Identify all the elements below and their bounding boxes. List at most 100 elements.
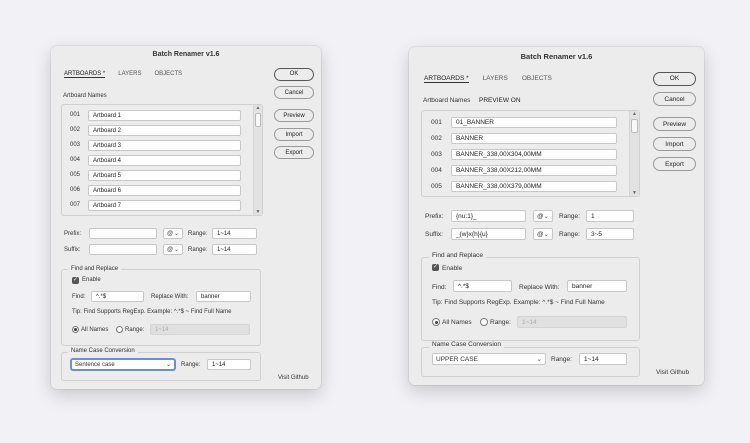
cancel-button[interactable]: Cancel — [274, 86, 314, 99]
list-item: 003 BANNER_338,00X304,00MM — [422, 149, 639, 160]
range-radio[interactable] — [116, 326, 123, 333]
artboard-name-input[interactable]: 01_BANNER — [451, 117, 617, 128]
preview-button[interactable]: Preview — [274, 109, 314, 122]
artboard-list: 001 01_BANNER 002 BANNER 003 BANNER_338,… — [421, 110, 640, 197]
scroll-thumb[interactable] — [255, 113, 261, 127]
case-dropdown[interactable]: UPPER CASE ⌄ — [432, 353, 546, 365]
list-item: 002 Artboard 2 — [62, 125, 262, 136]
dialog-title: Batch Renamer v1.6 — [152, 51, 220, 58]
export-button[interactable]: Export — [653, 157, 696, 171]
list-item: 002 BANNER — [422, 133, 639, 144]
artboard-name-input[interactable]: BANNER_338,00X212,00MM — [451, 165, 617, 176]
artboard-name-input[interactable]: BANNER_338,00X304,00MM — [451, 149, 617, 160]
find-input[interactable]: ^.*$ — [453, 280, 512, 292]
list-item: 005 Artboard 5 — [62, 170, 262, 181]
ok-button[interactable]: OK — [274, 68, 314, 81]
prefix-token-dropdown[interactable]: @ ⌄ — [533, 210, 553, 222]
row-number: 006 — [70, 187, 81, 193]
artboard-name-input[interactable]: Artboard 5 — [88, 170, 241, 181]
case-dropdown[interactable]: Sentence case ⌄ — [71, 359, 175, 370]
tab-objects[interactable]: OBJECTS — [154, 71, 182, 78]
suffix-range-input[interactable]: 3~5 — [586, 228, 634, 240]
list-item: 001 Artboard 1 — [62, 110, 262, 121]
case-conversion-legend: Name Case Conversion — [68, 348, 138, 354]
row-number: 001 — [431, 119, 442, 126]
prefix-range-input[interactable]: 1 — [586, 210, 634, 222]
list-item: 004 Artboard 4 — [62, 155, 262, 166]
replace-input[interactable]: banner — [567, 280, 627, 292]
import-button[interactable]: Import — [274, 128, 314, 141]
prefix-label: Prefix: — [425, 213, 444, 220]
suffix-range-label: Range: — [188, 247, 208, 253]
chevron-down-icon: ⌄ — [543, 231, 549, 238]
prefix-token-dropdown[interactable]: @ ⌄ — [163, 228, 183, 239]
suffix-label: Suffix: — [64, 247, 81, 253]
case-range-input[interactable]: 1~14 — [579, 353, 627, 365]
scroll-up-icon[interactable]: ▲ — [254, 105, 262, 111]
enable-checkbox[interactable]: ✓ — [432, 264, 439, 271]
range-radio[interactable] — [480, 318, 488, 326]
suffix-token-dropdown[interactable]: @ ⌄ — [163, 244, 183, 255]
case-range-label: Range: — [181, 362, 201, 368]
tab-layers[interactable]: LAYERS — [118, 71, 141, 78]
scroll-down-icon[interactable]: ▼ — [630, 190, 639, 196]
case-selected-value: Sentence case — [75, 362, 115, 368]
suffix-range-label: Range: — [559, 231, 580, 238]
row-number: 004 — [70, 157, 81, 163]
scroll-up-icon[interactable]: ▲ — [630, 111, 639, 117]
suffix-range-input[interactable]: 1~14 — [212, 244, 257, 255]
prefix-range-input[interactable]: 1~14 — [212, 228, 257, 239]
case-conversion-legend: Name Case Conversion — [429, 341, 505, 348]
list-item: 005 BANNER_338,00X379,00MM — [422, 181, 639, 192]
list-scrollbar[interactable]: ▲ ▼ — [253, 105, 262, 215]
scroll-thumb[interactable] — [631, 119, 638, 133]
suffix-input[interactable] — [89, 244, 157, 255]
all-names-radio[interactable] — [432, 318, 440, 326]
all-names-label: All Names — [81, 327, 109, 333]
row-number: 004 — [431, 167, 442, 174]
preview-button[interactable]: Preview — [653, 117, 696, 131]
cancel-button[interactable]: Cancel — [653, 92, 696, 106]
replace-input[interactable]: banner — [196, 291, 251, 302]
artboard-name-input[interactable]: BANNER_338,00X379,00MM — [451, 181, 617, 192]
list-item: 006 Artboard 6 — [62, 185, 262, 196]
artboard-name-input[interactable]: Artboard 4 — [88, 155, 241, 166]
find-range-input[interactable]: 1~14 — [517, 316, 627, 328]
artboard-name-input[interactable]: BANNER — [451, 133, 617, 144]
artboard-name-input[interactable]: Artboard 1 — [88, 110, 241, 121]
ok-button[interactable]: OK — [653, 72, 696, 86]
suffix-token-dropdown[interactable]: @ ⌄ — [533, 228, 553, 240]
github-link[interactable]: Visit Github — [278, 375, 309, 381]
row-number: 007 — [70, 202, 81, 208]
row-number: 005 — [431, 183, 442, 190]
all-names-radio[interactable] — [72, 326, 79, 333]
tab-artboards[interactable]: ARTBOARDS * — [64, 71, 106, 78]
artboard-name-input[interactable]: Artboard 6 — [88, 185, 241, 196]
scroll-down-icon[interactable]: ▼ — [254, 209, 262, 215]
tab-objects[interactable]: OBJECTS — [522, 75, 552, 83]
find-range-input[interactable]: 1~14 — [150, 324, 250, 335]
tab-artboards[interactable]: ARTBOARDS * — [424, 75, 469, 83]
github-link[interactable]: Visit Github — [656, 369, 689, 376]
enable-checkbox[interactable]: ✓ — [72, 277, 79, 284]
suffix-input[interactable]: _{w}x{h}{u} — [451, 228, 526, 240]
chevron-down-icon: ⌄ — [543, 213, 549, 220]
tab-layers[interactable]: LAYERS — [483, 75, 508, 83]
artboard-name-input[interactable]: Artboard 2 — [88, 125, 241, 136]
chevron-down-icon: ⌄ — [536, 356, 542, 363]
right-dialog-window: Batch Renamer v1.6 ARTBOARDS * LAYERS OB… — [409, 47, 704, 385]
prefix-input[interactable] — [89, 228, 157, 239]
export-button[interactable]: Export — [274, 146, 314, 159]
list-scrollbar[interactable]: ▲ ▼ — [629, 111, 639, 196]
artboard-name-input[interactable]: Artboard 3 — [88, 140, 241, 151]
prefix-input[interactable]: {nu:1}_ — [451, 210, 526, 222]
find-input[interactable]: ^.*$ — [91, 291, 144, 302]
prefix-range-label: Range: — [188, 231, 208, 237]
find-label: Find: — [72, 294, 86, 300]
find-label: Find: — [432, 284, 447, 291]
artboard-name-input[interactable]: Artboard 7 — [88, 200, 241, 211]
suffix-label: Suffix: — [425, 231, 443, 238]
import-button[interactable]: Import — [653, 137, 696, 151]
replace-label: Replace With: — [519, 284, 560, 291]
case-range-input[interactable]: 1~14 — [207, 359, 251, 370]
